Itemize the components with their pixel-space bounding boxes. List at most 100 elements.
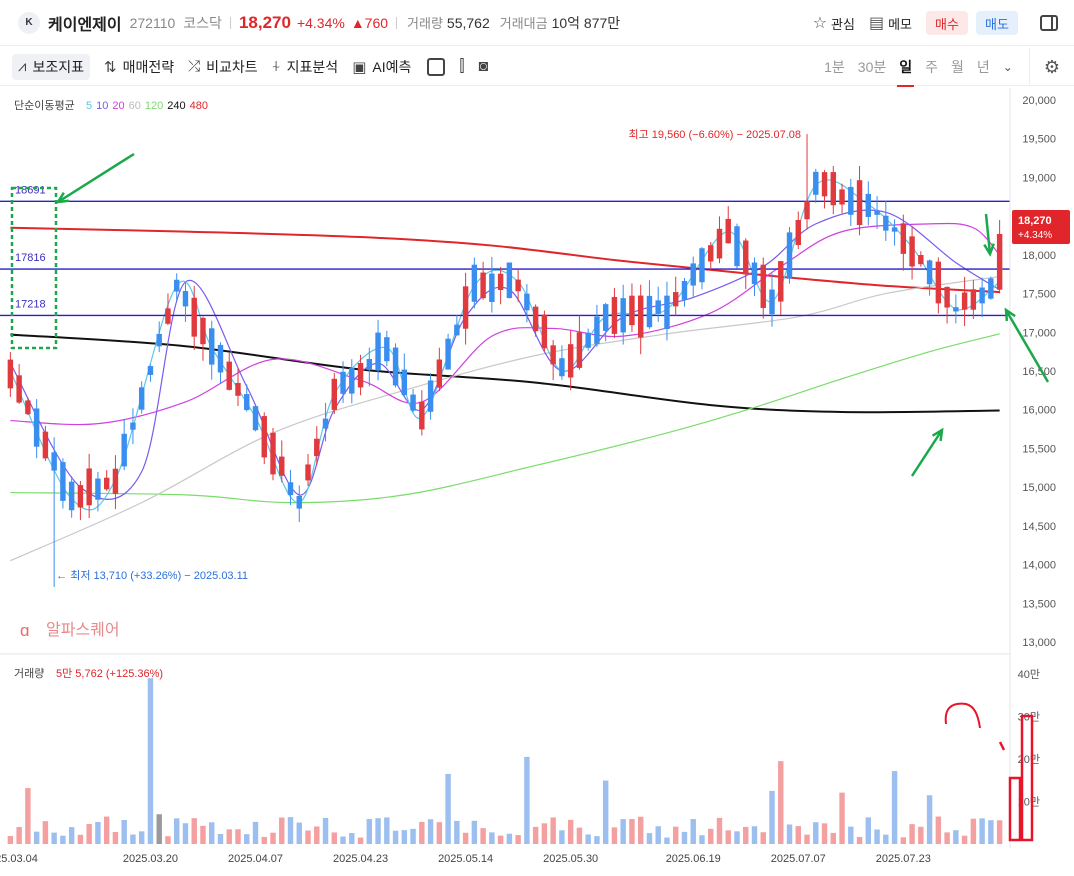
market-name: 코스닥 (183, 14, 222, 31)
candle-body (489, 273, 495, 302)
volume-bar (462, 832, 469, 844)
volume-bar (918, 826, 924, 844)
candle-body (629, 295, 635, 326)
candle-body (191, 297, 197, 337)
ma-legend-item[interactable]: 120 (145, 100, 163, 112)
candle-body (217, 344, 224, 373)
candle-body (646, 295, 653, 328)
ai-predict-button[interactable]: ▣ AI예측 (352, 57, 411, 77)
volume-bar (935, 816, 942, 844)
volume-bar (734, 831, 740, 844)
volume-bar (235, 829, 241, 844)
ma-legend-item[interactable]: 10 (96, 100, 108, 112)
volume-bar (664, 837, 670, 844)
candle-type-icon[interactable]: ⫿ (459, 58, 464, 76)
volume-bar (672, 826, 679, 844)
indicator-icon: ⩘ (18, 58, 27, 75)
ma-legend-item[interactable]: 20 (112, 100, 124, 112)
candle-body (305, 464, 311, 481)
gear-icon[interactable]: ⚙ (1044, 57, 1060, 78)
draw-rectangle-icon[interactable] (427, 57, 446, 76)
candle-body (322, 418, 329, 429)
y-tick-label: 16,000 (1022, 405, 1056, 417)
volume-bar (384, 817, 390, 844)
candle-body (42, 431, 49, 459)
period-day[interactable]: 일 (897, 57, 914, 87)
candle-body (795, 219, 801, 246)
y-tick-label: 17,000 (1022, 327, 1056, 339)
candle-body (419, 401, 425, 430)
volume-bar (314, 826, 320, 844)
candle-body (708, 245, 714, 262)
candle-body (769, 289, 775, 315)
ma-legend-title: 단순이동평균 (14, 99, 75, 112)
candle-body (760, 264, 766, 308)
volume-bar (25, 788, 31, 844)
candle-body (462, 286, 469, 329)
chevron-down-icon[interactable]: ⌄ (1003, 60, 1013, 74)
trade-value: 10억 877만 (551, 14, 621, 31)
candle-body (672, 292, 679, 307)
candle-body (848, 186, 854, 215)
volume-bar (86, 824, 92, 844)
volume-bar (611, 827, 618, 844)
memo-button[interactable]: ▤ 메모 (869, 13, 912, 33)
candle-body (427, 380, 434, 412)
candle-body (751, 262, 758, 285)
period-week[interactable]: 주 (925, 57, 938, 77)
indicators-button[interactable]: ⩘ 보조지표 (12, 53, 90, 80)
candle-body (51, 452, 57, 471)
candle-body (550, 345, 556, 365)
analysis-button[interactable]: ⍭ 지표분석 (272, 57, 339, 77)
period-30min[interactable]: 30분 (858, 57, 886, 77)
candle-body (865, 193, 872, 217)
hand-drawn-mark (944, 702, 981, 729)
compare-button[interactable]: ⤮ 비교차트 (188, 57, 258, 77)
buy-button[interactable]: 매수 (926, 11, 968, 35)
candle-body (314, 438, 320, 457)
candle-body (366, 358, 373, 370)
x-tick-label: 2025.03.04 (0, 853, 38, 865)
candle-body (410, 394, 416, 411)
volume-bar (16, 827, 22, 844)
candle-body (16, 375, 22, 403)
volume-value: 55,762 (446, 14, 490, 31)
sell-button[interactable]: 매도 (976, 11, 1018, 35)
ma-legend[interactable]: 5 10 20 60 120 240 480 (86, 100, 208, 112)
volume-bar (121, 819, 127, 844)
camera-icon[interactable]: ◙ (479, 58, 489, 76)
candle-body (961, 292, 968, 310)
candle-body (112, 468, 119, 494)
watermark: 알파스퀘어 (46, 621, 120, 639)
ma-legend-item[interactable]: 480 (190, 100, 208, 112)
ma-legend-item[interactable]: 60 (129, 100, 141, 112)
volume-bar (795, 826, 801, 844)
strategy-button[interactable]: ⇅ 매매전략 (104, 57, 174, 77)
volume-bar (244, 834, 250, 844)
side-panel-icon[interactable] (1040, 15, 1058, 31)
price-chart[interactable]: 186911781617218 20,00019,50019,00018,500… (0, 88, 1074, 876)
period-month[interactable]: 월 (951, 57, 964, 77)
volume-bar (322, 817, 329, 844)
candle-body (979, 287, 985, 304)
price-tag-pct: +4.34% (1018, 230, 1052, 241)
volume-bar (305, 830, 311, 844)
volume-label: 거래량 (407, 16, 443, 31)
ma-legend-item[interactable]: 5 (86, 100, 92, 112)
candle-body (261, 416, 267, 458)
candle-body (602, 304, 609, 331)
candle-body (734, 226, 740, 267)
volume-bar (375, 818, 381, 844)
volume-bar (655, 826, 661, 844)
volume-bar (480, 828, 486, 844)
annotation-arrow (57, 152, 135, 204)
watchlist-button[interactable]: ☆ 관심 (813, 13, 855, 33)
candle-body (25, 400, 31, 415)
period-1min[interactable]: 1분 (824, 57, 845, 77)
volume-bar (42, 821, 49, 844)
ai-chip-icon: ▣ (352, 58, 367, 76)
ma-legend-item[interactable]: 240 (167, 100, 185, 112)
volume-bar (209, 822, 215, 844)
candle-body (900, 223, 907, 254)
period-year[interactable]: 년 (977, 57, 990, 77)
